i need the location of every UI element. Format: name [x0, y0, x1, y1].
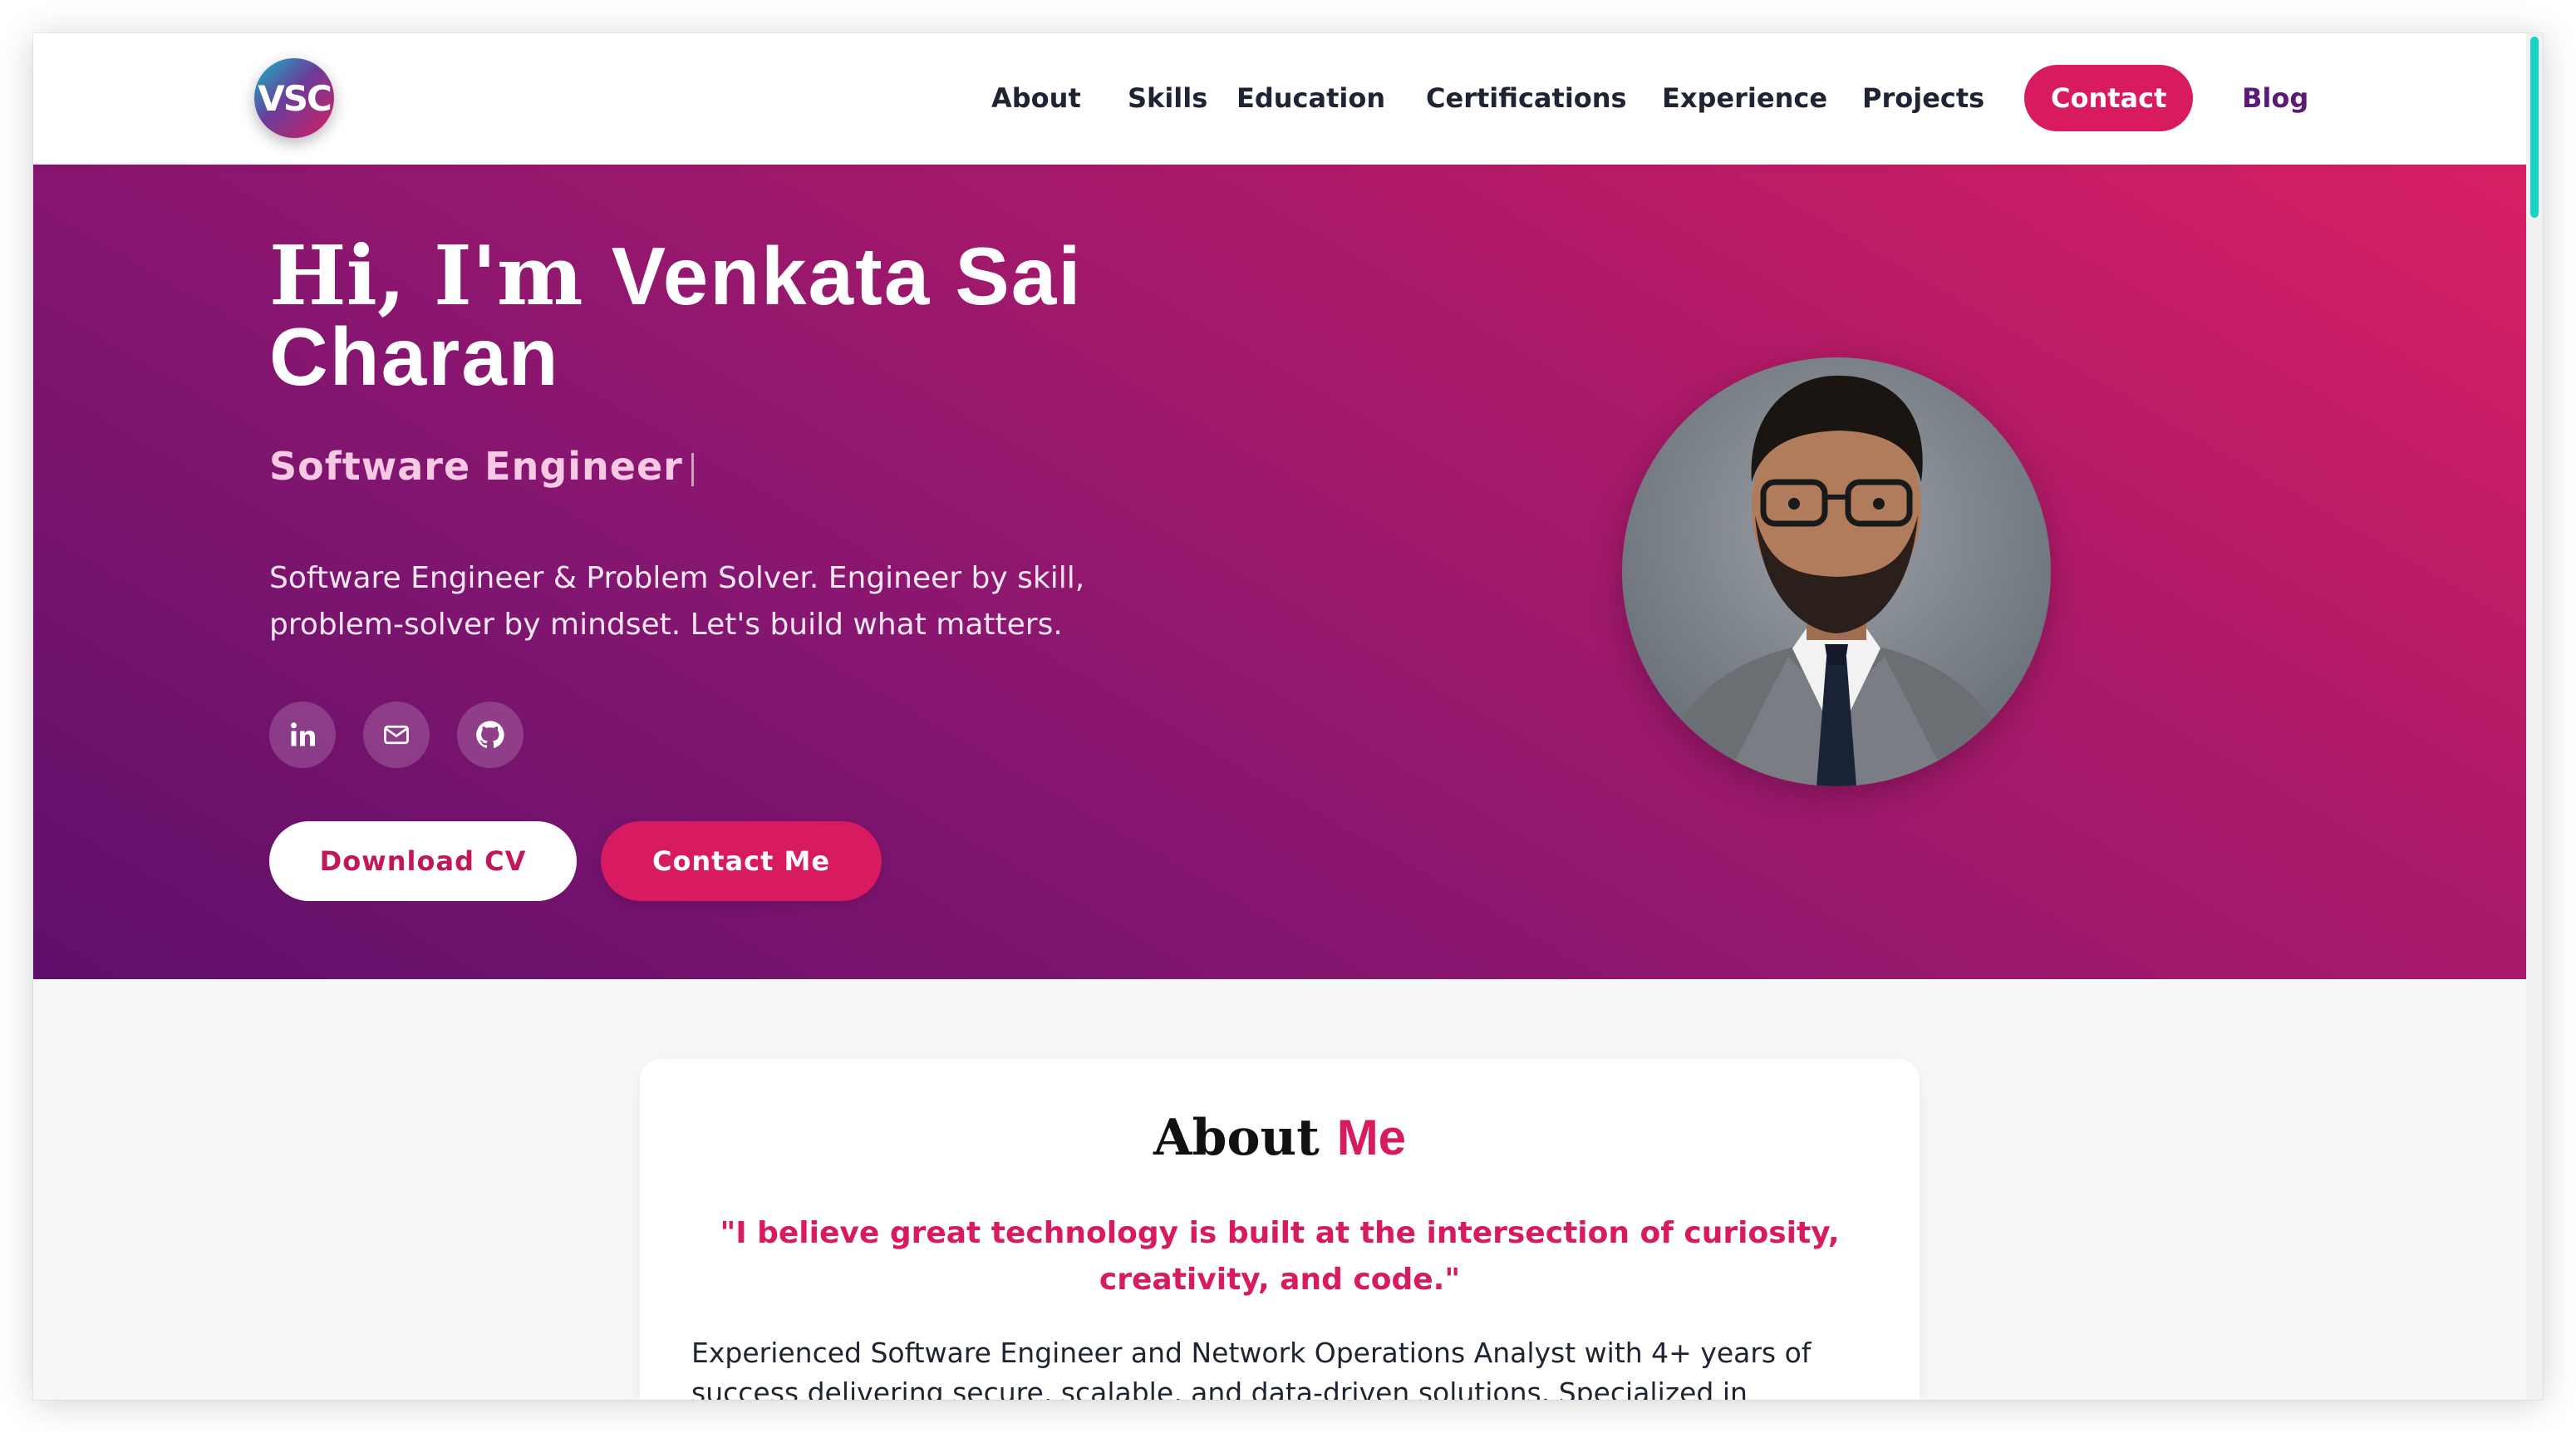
nav-skills[interactable]: Skills [1128, 65, 1207, 131]
page-scrollbar[interactable] [2526, 33, 2543, 1400]
email-link[interactable] [363, 702, 430, 768]
hero-section: Hi, I'm Venkata Sai Charan Software Engi… [33, 165, 2526, 979]
browser-window: VSC About Skills Education Certification… [33, 33, 2543, 1400]
hero-role: Software Engineer [269, 444, 694, 489]
nav-contact-button[interactable]: Contact [2024, 65, 2194, 131]
hero-role-text: Software Engineer [269, 444, 683, 489]
nav-education[interactable]: Education [1236, 65, 1385, 131]
about-quote: "I believe great technology is built at … [720, 1216, 1840, 1297]
navbar: VSC About Skills Education Certification… [33, 33, 2526, 165]
nav-projects[interactable]: Projects [1862, 65, 1984, 131]
github-link[interactable] [457, 702, 524, 768]
profile-photo-illustration [1655, 375, 2018, 786]
site-logo[interactable]: VSC [254, 58, 334, 138]
hero-description: Software Engineer & Problem Solver. Engi… [269, 561, 1085, 642]
about-heading-part1: About [1153, 1109, 1320, 1167]
hero-heading: Hi, I'm Venkata Sai Charan [269, 235, 1183, 397]
about-heading-part2: Me [1336, 1110, 1407, 1165]
about-heading: About Me [640, 1109, 1920, 1167]
linkedin-link[interactable] [269, 702, 336, 768]
hero-name-line1: Venkata Sai [611, 230, 1083, 322]
about-body-text: Experienced Software Engineer and Networ… [691, 1337, 1812, 1400]
download-cv-button[interactable]: Download CV [269, 821, 577, 901]
mail-icon [384, 725, 409, 745]
hero-greeting: Hi, I'm [269, 229, 583, 324]
scrollbar-thumb[interactable] [2530, 37, 2539, 218]
nav-blog[interactable]: Blog [2242, 65, 2308, 131]
hero-name-line2: Charan [269, 311, 560, 402]
profile-photo [1622, 357, 2051, 786]
nav-experience[interactable]: Experience [1662, 65, 1827, 131]
about-card: About Me "I believe great technology is … [640, 1059, 1920, 1400]
linkedin-icon [291, 722, 315, 746]
contact-me-button[interactable]: Contact Me [601, 821, 882, 901]
nav-about[interactable]: About [991, 65, 1081, 131]
nav-certifications[interactable]: Certifications [1426, 65, 1627, 131]
typing-cursor [691, 452, 694, 486]
github-icon [476, 721, 504, 748]
